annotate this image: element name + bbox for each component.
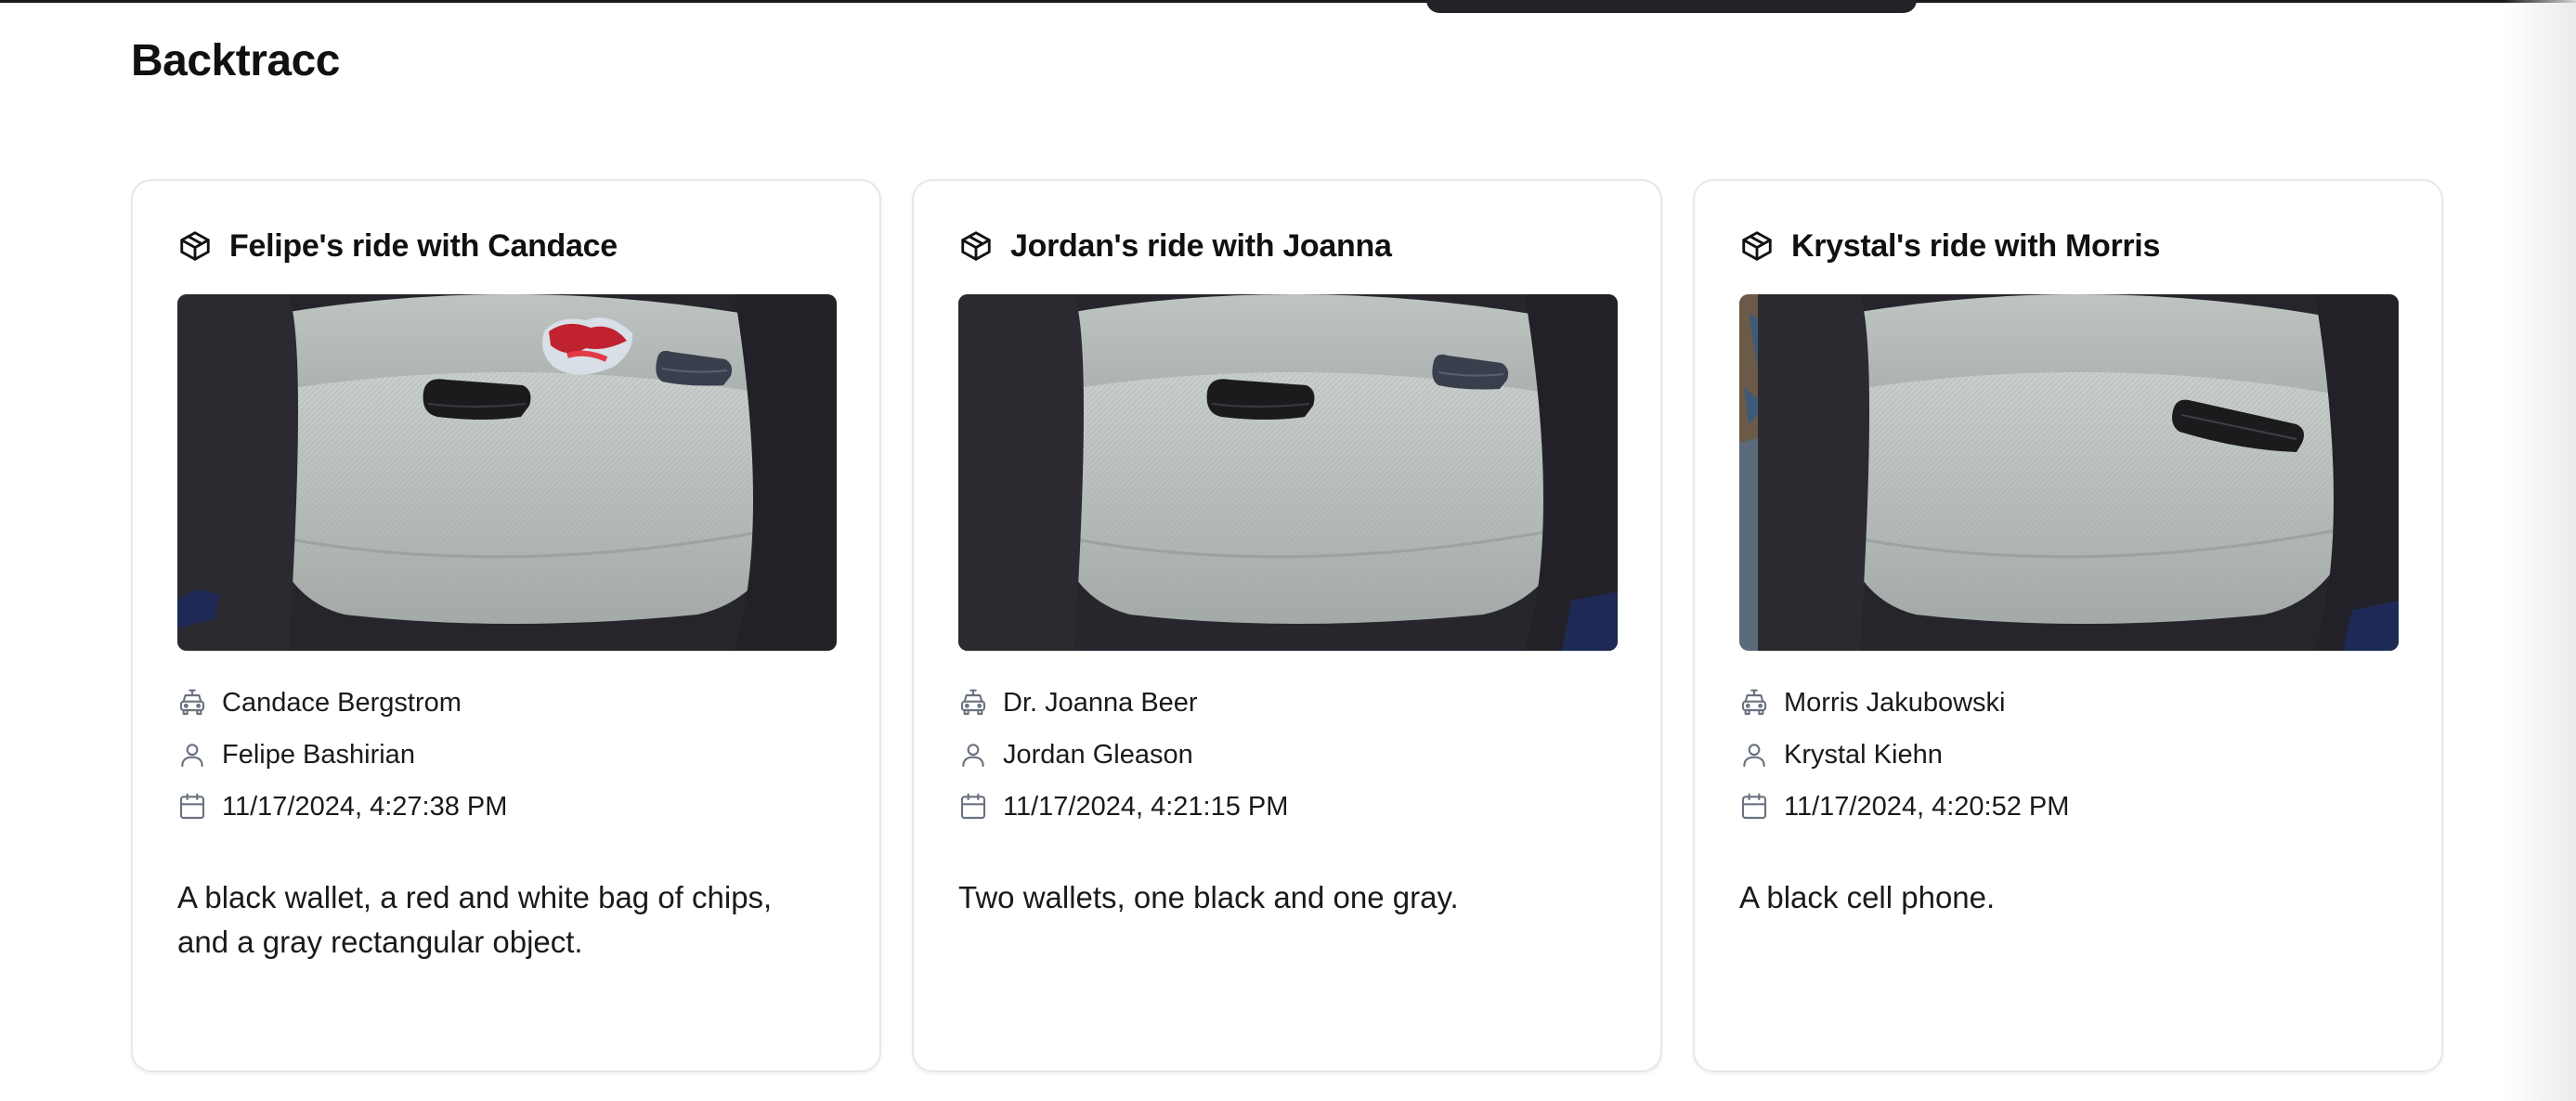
app-title: Backtracc [131, 36, 341, 85]
user-icon [181, 744, 203, 768]
ride-card[interactable]: Krystal's ride with Morris Morris Jakubo… [1693, 179, 2443, 1072]
ride-cards-grid: Felipe's ride with Candace Candace Bergs… [131, 179, 2443, 1072]
car-icon [960, 689, 986, 716]
card-header: Felipe's ride with Candace [177, 222, 835, 270]
date-row: 11/17/2024, 4:20:52 PM [1739, 781, 2397, 833]
package-icon [180, 231, 210, 261]
rider-name: Felipe Bashirian [222, 739, 415, 770]
ride-datetime: 11/17/2024, 4:21:15 PM [1003, 791, 1289, 822]
item-description: A black wallet, a red and white bag of c… [177, 880, 773, 959]
driver-row: Dr. Joanna Beer [958, 677, 1616, 729]
rider-row: Jordan Gleason [958, 729, 1616, 781]
item-description: A black cell phone. [1739, 880, 1996, 914]
driver-name: Morris Jakubowski [1784, 687, 2006, 718]
card-title: Jordan's ride with Joanna [1010, 227, 1392, 264]
right-edge-shadow [2504, 0, 2576, 1101]
top-notch [1426, 0, 1917, 13]
rider-row: Felipe Bashirian [177, 729, 835, 781]
package-icon [1742, 231, 1772, 261]
rider-name: Krystal Kiehn [1784, 739, 1943, 770]
ride-datetime: 11/17/2024, 4:20:52 PM [1784, 791, 2070, 822]
item-photo [1739, 294, 2399, 651]
card-title: Felipe's ride with Candace [229, 227, 618, 264]
item-photo [958, 294, 1618, 651]
driver-name: Candace Bergstrom [222, 687, 462, 718]
item-photo [177, 294, 837, 651]
package-icon [961, 231, 991, 261]
ride-meta: Morris Jakubowski Krystal Kiehn 11/17/20… [1739, 677, 2397, 833]
calendar-icon [1741, 793, 1767, 820]
rider-row: Krystal Kiehn [1739, 729, 2397, 781]
car-icon [1741, 689, 1767, 716]
ride-meta: Candace Bergstrom Felipe Bashirian 11/17… [177, 677, 835, 833]
card-header: Krystal's ride with Morris [1739, 222, 2397, 270]
driver-name: Dr. Joanna Beer [1003, 687, 1198, 718]
window-top-border [0, 0, 2576, 3]
rider-name: Jordan Gleason [1003, 739, 1193, 770]
calendar-icon [960, 793, 986, 820]
card-header: Jordan's ride with Joanna [958, 222, 1616, 270]
user-icon [962, 744, 984, 768]
calendar-icon [179, 793, 205, 820]
item-description: Two wallets, one black and one gray. [958, 880, 1459, 914]
card-title: Krystal's ride with Morris [1791, 227, 2161, 264]
ride-card[interactable]: Jordan's ride with Joanna Dr. Joanna Bee… [912, 179, 1662, 1072]
date-row: 11/17/2024, 4:27:38 PM [177, 781, 835, 833]
ride-datetime: 11/17/2024, 4:27:38 PM [222, 791, 508, 822]
driver-row: Morris Jakubowski [1739, 677, 2397, 729]
ride-card[interactable]: Felipe's ride with Candace Candace Bergs… [131, 179, 881, 1072]
car-icon [179, 689, 205, 716]
ride-meta: Dr. Joanna Beer Jordan Gleason 11/17/202… [958, 677, 1616, 833]
driver-row: Candace Bergstrom [177, 677, 835, 729]
user-icon [1743, 744, 1765, 768]
date-row: 11/17/2024, 4:21:15 PM [958, 781, 1616, 833]
